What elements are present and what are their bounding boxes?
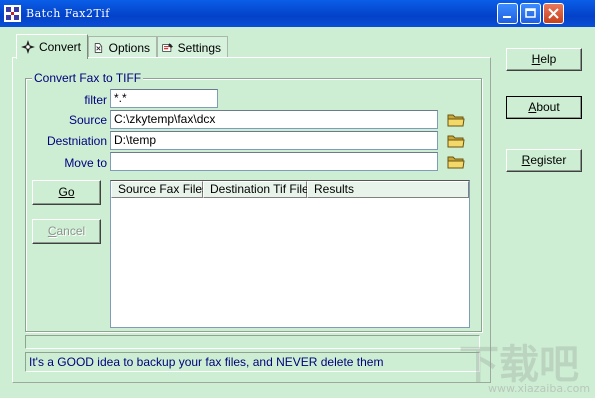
help-button[interactable]: Help	[506, 48, 582, 71]
destination-label: Destniation	[46, 134, 107, 148]
minimize-button[interactable]	[497, 3, 518, 24]
group-title: Convert Fax to TIFF	[32, 71, 144, 85]
watermark-url: www.xiazaiba.com	[488, 382, 591, 395]
help-button-label: Help	[531, 52, 557, 66]
maximize-icon	[525, 8, 536, 18]
register-button[interactable]: Register	[506, 149, 582, 172]
about-button-label: About	[528, 100, 560, 114]
move-to-input[interactable]	[110, 152, 438, 171]
destination-input[interactable]: D:\temp	[110, 131, 438, 150]
column-header-results[interactable]: Results	[307, 181, 469, 198]
destination-folder-icon[interactable]	[447, 133, 465, 148]
go-button[interactable]: Go	[32, 180, 101, 205]
move-to-label: Move to	[64, 156, 107, 170]
settings-icon	[162, 42, 173, 52]
tab-convert-label: Convert	[38, 40, 81, 54]
options-icon	[94, 42, 103, 53]
tab-convert[interactable]: Convert	[16, 34, 88, 59]
status-bar: It's a GOOD idea to backup your fax file…	[25, 352, 480, 372]
about-button[interactable]: About	[506, 96, 582, 119]
results-list[interactable]: Source Fax Files Destination Tif Files R…	[110, 180, 470, 328]
filter-input[interactable]: *.*	[110, 89, 218, 108]
window-title: Batch Fax2Tif	[26, 7, 110, 20]
close-icon	[548, 8, 559, 19]
app-window: Batch Fax2Tif Convert Options Settings C…	[0, 0, 595, 398]
compass-icon	[21, 40, 35, 54]
move-to-folder-icon[interactable]	[447, 154, 465, 169]
close-button[interactable]	[543, 3, 564, 24]
column-header-destination[interactable]: Destination Tif Files	[203, 181, 315, 198]
source-label: Source	[68, 113, 107, 127]
app-icon	[4, 5, 21, 22]
filter-label: filter	[84, 93, 107, 107]
source-folder-icon[interactable]	[447, 112, 465, 127]
go-button-label: Go	[58, 185, 75, 199]
tab-options-label: Options	[108, 40, 150, 55]
minimize-icon	[503, 16, 511, 18]
cancel-button[interactable]: Cancel	[32, 219, 101, 244]
title-bar[interactable]: Batch Fax2Tif	[0, 0, 595, 27]
cancel-button-label: Cancel	[47, 224, 86, 238]
source-input[interactable]: C:\zkytemp\fax\dcx	[110, 110, 438, 129]
maximize-button[interactable]	[520, 3, 541, 24]
column-header-source[interactable]: Source Fax Files	[111, 181, 208, 198]
tab-settings-label: Settings	[177, 40, 221, 55]
register-button-label: Register	[521, 153, 567, 167]
tab-settings[interactable]: Settings	[157, 36, 228, 58]
tab-options[interactable]: Options	[88, 36, 157, 58]
progress-bar	[25, 335, 480, 349]
